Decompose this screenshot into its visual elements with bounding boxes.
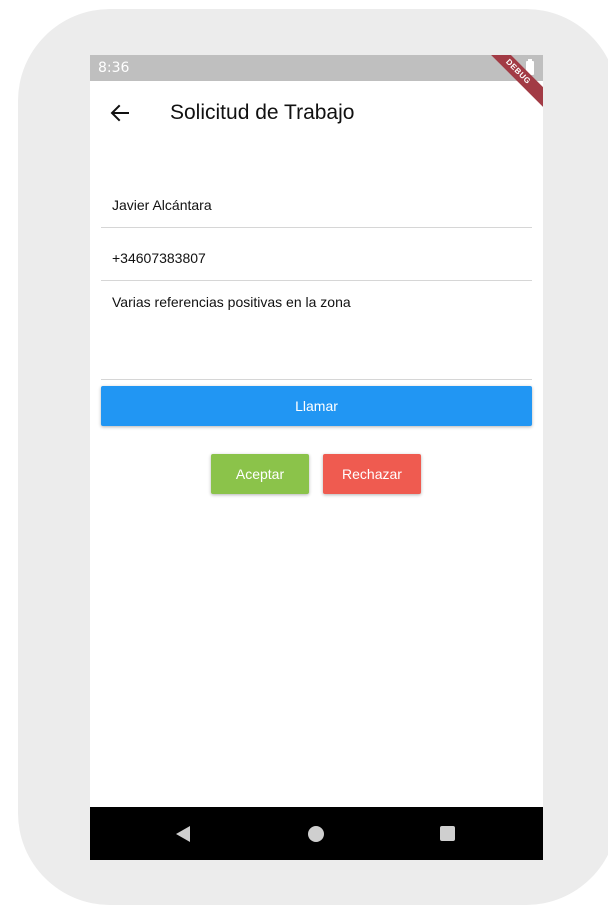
- circle-home-icon[interactable]: [308, 826, 324, 842]
- phone-screen: 8:36 DEBUG Solicitud de Trabajo Javier A…: [90, 55, 543, 860]
- accept-button[interactable]: Aceptar: [211, 454, 309, 494]
- arrow-left-icon: [110, 104, 129, 122]
- app-bar: Solicitud de Trabajo: [90, 81, 543, 145]
- back-button[interactable]: [106, 99, 134, 127]
- reject-button[interactable]: Rechazar: [323, 454, 421, 494]
- name-field[interactable]: Javier Alcántara: [101, 190, 532, 228]
- call-button[interactable]: Llamar: [101, 386, 532, 426]
- phone-field[interactable]: +34607383807: [101, 243, 532, 281]
- page-title: Solicitud de Trabajo: [170, 101, 355, 124]
- system-nav-bar: [90, 807, 543, 860]
- status-time: 8:36: [98, 60, 130, 76]
- square-recents-icon[interactable]: [440, 826, 455, 841]
- status-bar: 8:36 DEBUG: [90, 55, 543, 116]
- triangle-back-icon[interactable]: [176, 826, 190, 842]
- notes-field[interactable]: Varias referencias positivas en la zona: [101, 288, 532, 380]
